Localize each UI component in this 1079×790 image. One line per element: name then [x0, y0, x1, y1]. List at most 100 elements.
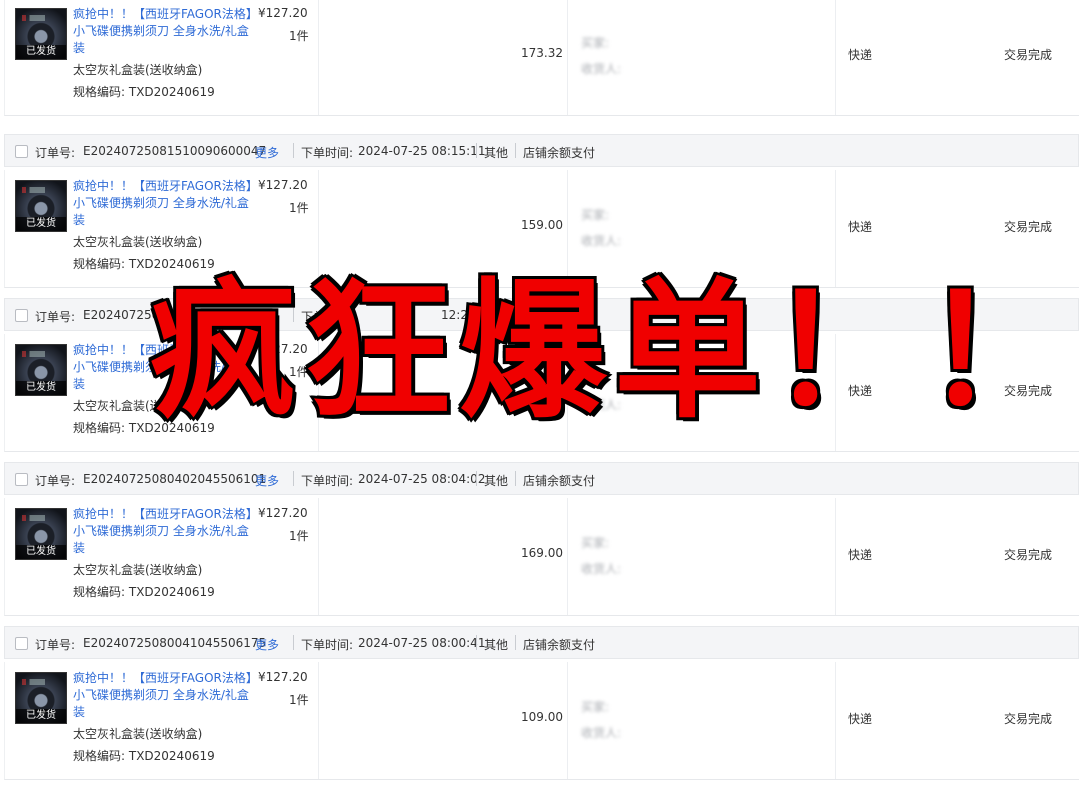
order-total: 109.00: [521, 710, 563, 724]
divider: [515, 143, 516, 158]
select-order-checkbox[interactable]: [15, 145, 28, 158]
order-header: 订单号: E20240725081224090 更多 下单时间: 12:24 其他 店铺余额…: [4, 298, 1079, 331]
product-spec: 太空灰礼盒装(送收纳盒): [73, 399, 203, 413]
product-title-link[interactable]: 疯抢中！！【西班牙FAGOR法格】小飞碟便携剃须刀 全身水洗/礼盒装: [73, 506, 253, 557]
payment-source: 其他: [484, 310, 509, 324]
column-divider: [567, 170, 568, 287]
buyer-label: 买家:: [581, 36, 610, 50]
receiver-label: 收货人:: [581, 234, 622, 248]
more-link[interactable]: 更多: [255, 636, 279, 653]
select-order-checkbox[interactable]: [15, 473, 28, 486]
product-title-link[interactable]: 疯抢中！！【西班牙FAGOR法格】小飞碟便携剃须刀 全身水洗/礼盒装: [73, 670, 253, 721]
order-time: 12:24: [441, 308, 476, 322]
divider: [515, 635, 516, 650]
product-sku: 规格编码: TXD20240619: [73, 585, 215, 599]
divider: [293, 635, 294, 650]
shipping-method: 快递: [848, 548, 873, 562]
divider: [515, 471, 516, 486]
divider: [515, 307, 516, 322]
product-sku: 规格编码: TXD20240619: [73, 749, 215, 763]
receiver-label: 收货人:: [581, 398, 622, 412]
order-number-label: 订单号:: [35, 146, 76, 160]
payment-source: 其他: [484, 638, 509, 652]
product-thumbnail[interactable]: 已发货: [15, 344, 67, 396]
quantity: 1件: [289, 29, 309, 43]
order-time-label: 下单时间:: [301, 146, 354, 160]
product-thumbnail[interactable]: 已发货: [15, 672, 67, 724]
column-divider: [567, 662, 568, 779]
more-link[interactable]: 更多: [255, 472, 279, 489]
more-link[interactable]: 更多: [255, 308, 279, 325]
quantity: 1件: [289, 365, 309, 379]
buyer-label: 买家:: [581, 208, 610, 222]
order-total: 159.00: [521, 218, 563, 232]
product-title-link[interactable]: 疯抢中！！【西班牙FAGOR法格】小飞碟便携剃须刀 全身水洗/礼盒装: [73, 178, 253, 229]
select-order-checkbox[interactable]: [15, 309, 28, 322]
order-status: 交易完成: [1004, 548, 1053, 562]
column-divider: [318, 170, 319, 287]
product-sku: 规格编码: TXD20240619: [73, 257, 215, 271]
product-spec: 太空灰礼盒装(送收纳盒): [73, 63, 203, 77]
product-title-link[interactable]: 疯抢中！！【西班牙FAGOR法格】小飞碟便携剃须刀 全身水洗/礼盒装: [73, 6, 253, 57]
product-title-link[interactable]: 疯抢中！！【西班牙FAGOR法格】小飞碟便携剃须刀 全身水洗/礼盒装: [73, 342, 253, 393]
unit-price: ¥127.20: [258, 178, 308, 192]
shipped-badge: 已发货: [16, 381, 66, 395]
column-divider: [318, 662, 319, 779]
product-thumbnail[interactable]: 已发货: [15, 8, 67, 60]
select-order-checkbox[interactable]: [15, 637, 28, 650]
shipped-badge: 已发货: [16, 45, 66, 59]
quantity: 1件: [289, 529, 309, 543]
order-header: 订单号: E20240725081510090600047 更多 下单时间: 2024-…: [4, 134, 1079, 167]
divider: [476, 307, 477, 322]
divider: [476, 143, 477, 158]
buyer-label: 买家:: [581, 700, 610, 714]
column-divider: [835, 498, 836, 615]
divider: [293, 471, 294, 486]
order-status: 交易完成: [1004, 220, 1053, 234]
product-spec: 太空灰礼盒装(送收纳盒): [73, 235, 203, 249]
order-header: 订单号: E20240725080402045506101 更多 下单时间: 2024-…: [4, 462, 1079, 495]
payment-source: 其他: [484, 474, 509, 488]
order-time-label: 下单时间:: [301, 310, 354, 324]
column-divider: [835, 0, 836, 115]
unit-price: ¥127.20: [258, 506, 308, 520]
divider: [476, 635, 477, 650]
unit-price: ¥127.20: [258, 6, 308, 20]
product-thumbnail[interactable]: 已发货: [15, 508, 67, 560]
order-row: 已发货 疯抢中！！【西班牙FAGOR法格】小飞碟便携剃须刀 全身水洗/礼盒装太空灰…: [4, 170, 1079, 288]
receiver-label: 收货人:: [581, 62, 622, 76]
product-sku: 规格编码: TXD20240619: [73, 421, 215, 435]
order-row: 已发货 疯抢中！！【西班牙FAGOR法格】小飞碟便携剃须刀 全身水洗/礼盒装太空灰…: [4, 0, 1079, 116]
column-divider: [567, 0, 568, 115]
receiver-label: 收货人:: [581, 562, 622, 576]
buyer-label: 买家:: [581, 372, 610, 386]
divider: [293, 307, 294, 322]
order-row: 已发货 疯抢中！！【西班牙FAGOR法格】小飞碟便携剃须刀 全身水洗/礼盒装 太空灰…: [4, 662, 1079, 780]
shipped-badge: 已发货: [16, 217, 66, 231]
order-status: 交易完成: [1004, 48, 1053, 62]
product-spec: 太空灰礼盒装(送收纳盒): [73, 563, 203, 577]
order-number-label: 订单号:: [35, 474, 76, 488]
order-total: 169.00: [521, 546, 563, 560]
order-number: E20240725081224090: [83, 308, 221, 322]
order-time-label: 下单时间:: [301, 638, 354, 652]
quantity: 1件: [289, 201, 309, 215]
order-row: 已发货 疯抢中！！【西班牙FAGOR法格】小飞碟便携剃须刀 全身水洗/礼盒装太空灰…: [4, 498, 1079, 616]
payment-method: 店铺余额支付: [523, 474, 596, 488]
receiver-label: 收货人:: [581, 726, 622, 740]
unit-price: ¥127.20: [258, 342, 308, 356]
more-link[interactable]: 更多: [255, 144, 279, 161]
product-thumbnail[interactable]: 已发货: [15, 180, 67, 232]
shipping-method: 快递: [848, 712, 873, 726]
shipping-method: 快递: [848, 220, 873, 234]
buyer-label: 买家:: [581, 536, 610, 550]
order-header: 订单号: E20240725080041045506175 更多 下单时间: 2024-…: [4, 626, 1079, 659]
divider: [293, 143, 294, 158]
order-number: E20240725080402045506101: [83, 472, 267, 486]
column-divider: [835, 170, 836, 287]
order-time: 2024-07-25 08:00:41: [358, 636, 486, 650]
column-divider: [835, 662, 836, 779]
order-number-label: 订单号:: [35, 310, 76, 324]
shipped-badge: 已发货: [16, 545, 66, 559]
order-row: 已发货 疯抢中！！【西班牙FAGOR法格】小飞碟便携剃须刀 全身水洗/礼盒装太空灰…: [4, 334, 1079, 452]
